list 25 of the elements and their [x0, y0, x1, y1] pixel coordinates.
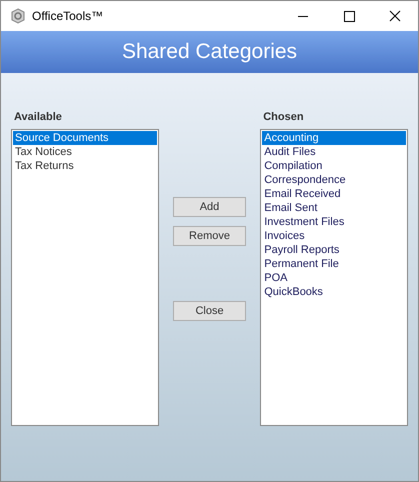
list-item[interactable]: Accounting — [262, 130, 406, 144]
list-item[interactable]: Payroll Reports — [262, 242, 406, 256]
list-box[interactable]: Source Documents Tax Notices Tax Returns — [11, 128, 159, 426]
window-title: OfficeTools™ — [32, 8, 104, 25]
list-item[interactable]: Compilation — [262, 158, 406, 172]
list-item[interactable]: Investment Files — [262, 214, 406, 228]
action-button[interactable]: Add — [173, 197, 246, 217]
list-item[interactable]: QuickBooks — [262, 284, 406, 298]
list-item[interactable]: Correspondence — [262, 172, 406, 186]
header-title: Shared Categories — [122, 39, 298, 66]
action-button[interactable]: Close — [173, 301, 246, 321]
list-item[interactable]: Invoices — [262, 228, 406, 242]
list-label: Chosen — [263, 110, 305, 125]
list-item[interactable]: Email Received — [262, 186, 406, 200]
list-item[interactable]: Permanent File — [262, 256, 406, 270]
list-label: Available — [14, 110, 63, 125]
list-item[interactable]: Source Documents — [13, 130, 157, 144]
action-button[interactable]: Remove — [173, 226, 246, 246]
list-box[interactable]: Accounting Audit Files Compilation Correspondence Email Received Email Sent Investment Files Invoices Payroll Reports Permanent File POA QuickBooks — [260, 128, 408, 426]
list-item[interactable]: POA — [262, 270, 406, 284]
list-item[interactable]: Tax Returns — [13, 158, 157, 172]
list-item[interactable]: Tax Notices — [13, 144, 157, 158]
list-item[interactable]: Email Sent — [262, 200, 406, 214]
app-icon — [10, 8, 26, 24]
list-item[interactable]: Audit Files — [262, 144, 406, 158]
